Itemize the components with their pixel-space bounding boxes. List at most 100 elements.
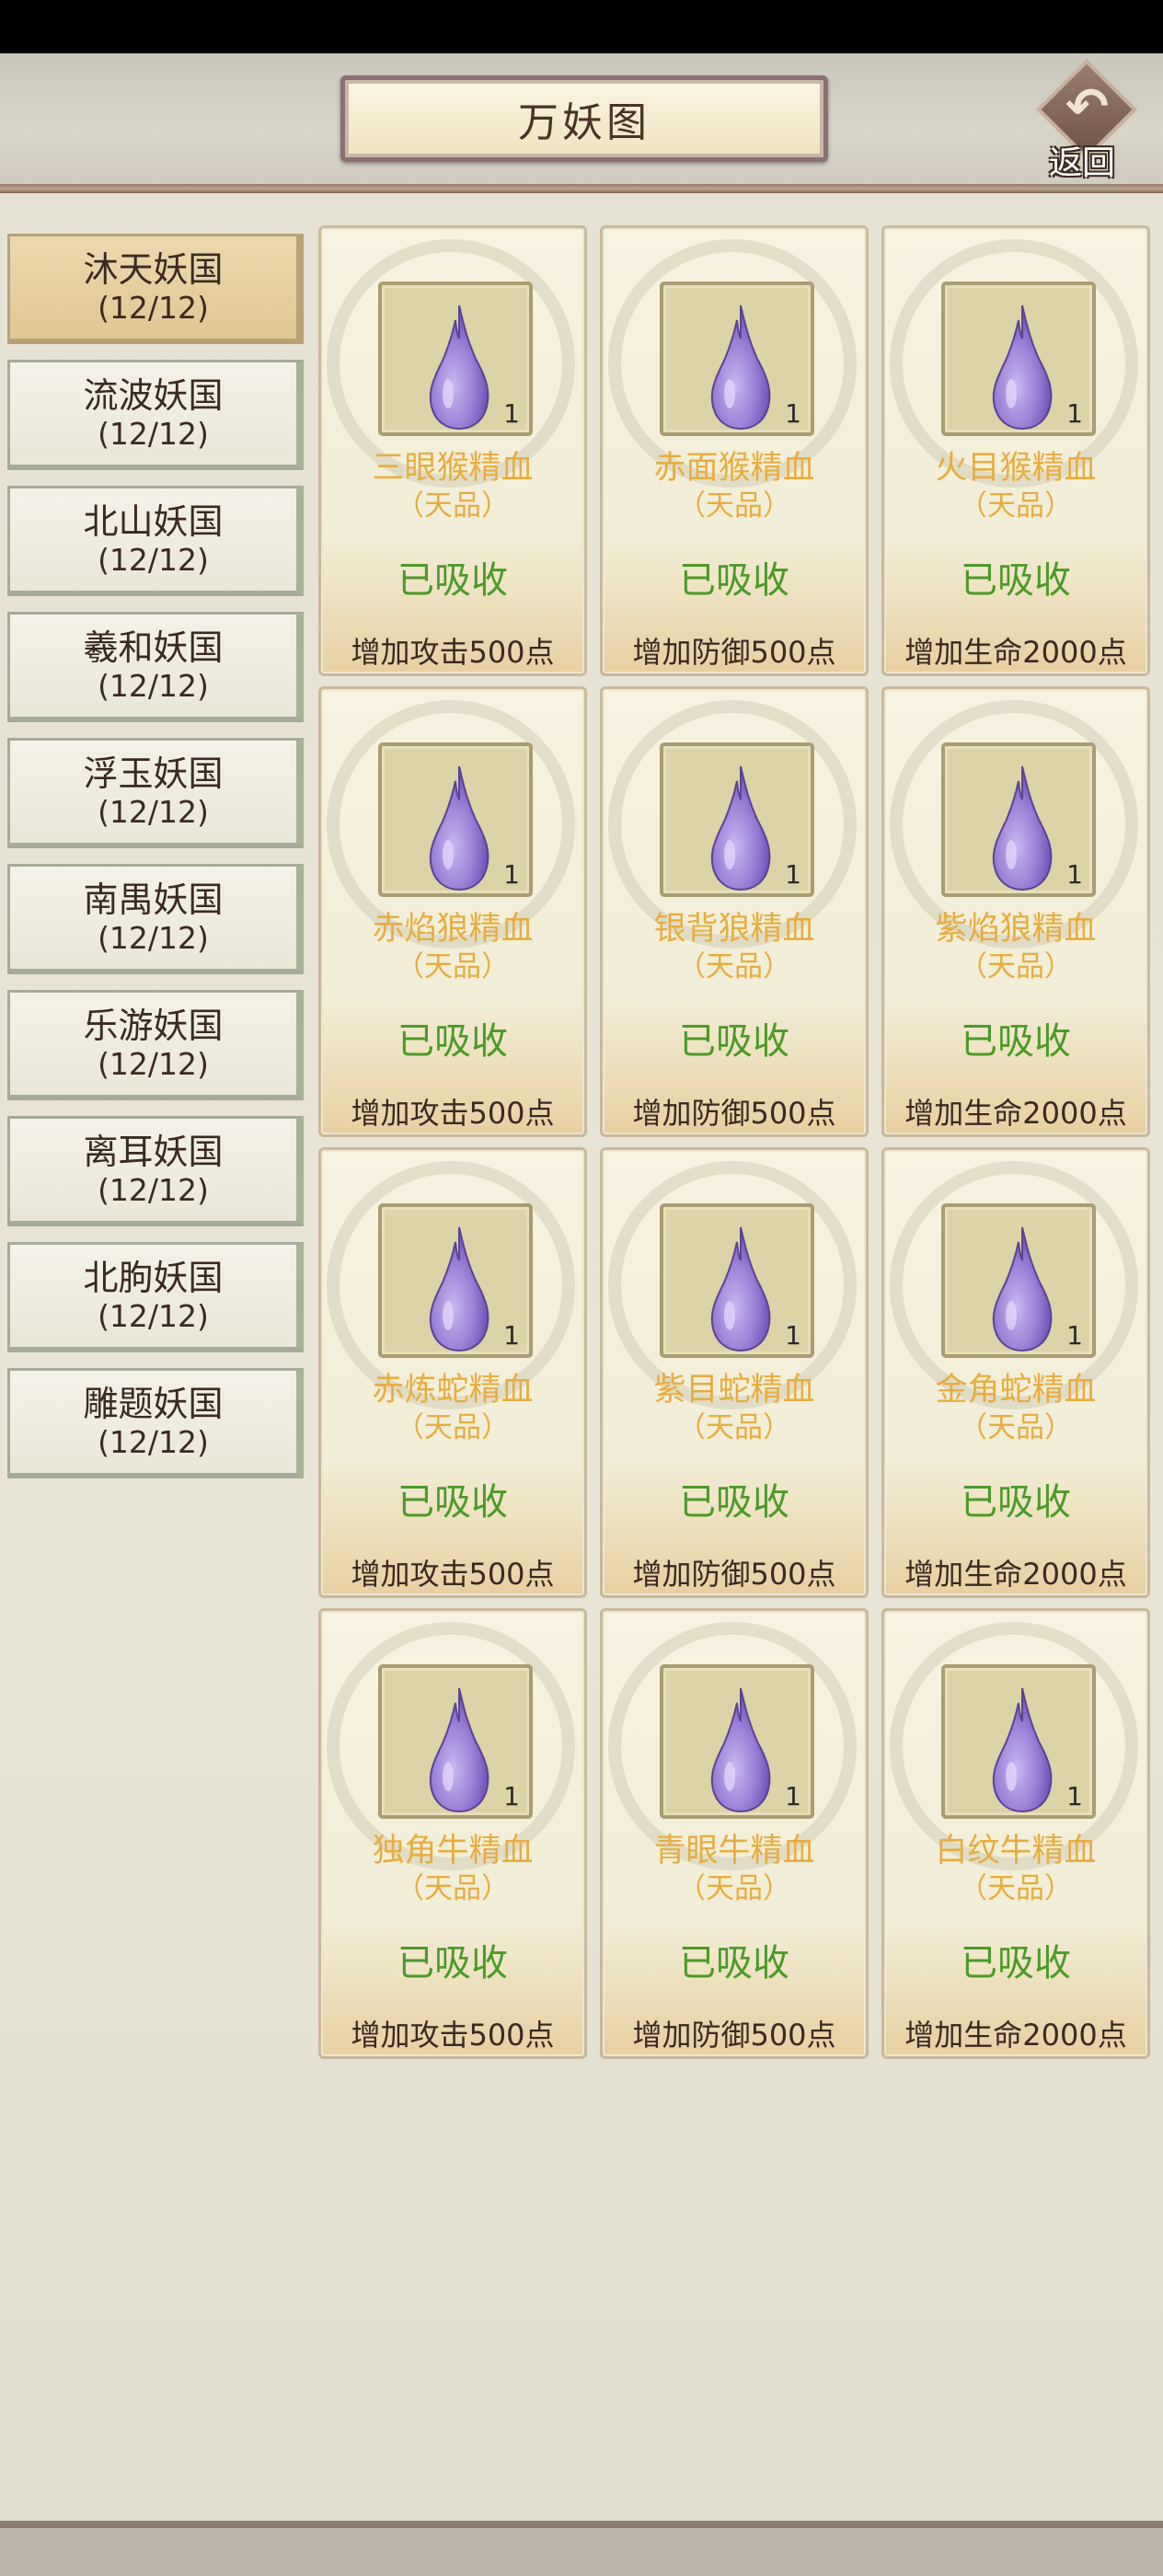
essence-card[interactable]: 1 白纹牛精血 （天品） 已吸收 增加生命2000点 (881, 1608, 1150, 2059)
nation-progress: (12/12) (98, 1171, 209, 1208)
blood-drop-icon (710, 1226, 771, 1352)
nation-progress: (12/12) (98, 667, 209, 704)
status-bar (0, 0, 1163, 53)
nation-tab[interactable]: 北朐妖国 (12/12) (7, 1242, 304, 1352)
item-quantity: 1 (1066, 398, 1083, 429)
item-grade: （天品） (677, 950, 791, 983)
absorbed-status: 已吸收 (679, 1942, 789, 1984)
item-grade: （天品） (677, 489, 791, 523)
item-quantity: 1 (785, 859, 801, 890)
title-plaque: 万妖图 (340, 75, 828, 162)
item-quantity: 1 (785, 1320, 801, 1351)
absorbed-status: 已吸收 (961, 559, 1071, 602)
essence-card[interactable]: 1 赤面猴精血 （天品） 已吸收 增加防御500点 (600, 225, 869, 676)
essence-card[interactable]: 1 青眼牛精血 （天品） 已吸收 增加防御500点 (600, 1608, 869, 2059)
blood-drop-icon (710, 1687, 771, 1813)
essence-card[interactable]: 1 紫焰狼精血 （天品） 已吸收 增加生命2000点 (881, 686, 1150, 1137)
blood-drop-icon (710, 765, 771, 891)
absorbed-status: 已吸收 (397, 1942, 508, 1984)
item-grade: （天品） (959, 1411, 1073, 1444)
nation-tab[interactable]: 沐天妖国 (12/12) (7, 234, 304, 344)
item-slot[interactable]: 1 (378, 1664, 533, 1819)
item-slot[interactable]: 1 (378, 282, 533, 436)
absorbed-status: 已吸收 (397, 1020, 508, 1063)
essence-card[interactable]: 1 火目猴精血 （天品） 已吸收 增加生命2000点 (881, 225, 1150, 676)
essence-card[interactable]: 1 紫目蛇精血 （天品） 已吸收 增加防御500点 (600, 1147, 869, 1598)
absorbed-status: 已吸收 (397, 1481, 508, 1524)
nation-name: 羲和妖国 (83, 627, 224, 668)
nation-name: 南禺妖国 (83, 879, 224, 920)
nation-tab[interactable]: 流波妖国 (12/12) (7, 360, 304, 470)
blood-drop-icon (992, 1687, 1053, 1813)
item-quantity: 1 (503, 398, 520, 429)
stat-bonus: 增加生命2000点 (904, 1557, 1127, 1592)
absorbed-status: 已吸收 (961, 1020, 1071, 1063)
essence-card[interactable]: 1 独角牛精血 （天品） 已吸收 增加攻击500点 (318, 1608, 587, 2059)
essence-card[interactable]: 1 赤炼蛇精血 （天品） 已吸收 增加攻击500点 (318, 1147, 587, 1598)
stat-bonus: 增加防御500点 (632, 1096, 836, 1131)
item-quantity: 1 (1066, 1781, 1083, 1811)
nation-progress: (12/12) (98, 541, 209, 578)
nation-progress: (12/12) (98, 1297, 209, 1334)
item-slot[interactable]: 1 (941, 282, 1096, 436)
item-quantity: 1 (503, 859, 520, 890)
stat-bonus: 增加攻击500点 (351, 1096, 555, 1131)
back-button[interactable]: ↶ 返回 (1031, 58, 1141, 182)
bottom-band (0, 2521, 1163, 2576)
item-slot[interactable]: 1 (660, 282, 814, 436)
nation-tab[interactable]: 羲和妖国 (12/12) (7, 612, 304, 722)
absorbed-status: 已吸收 (961, 1481, 1071, 1524)
item-slot[interactable]: 1 (941, 1203, 1096, 1358)
item-quantity: 1 (785, 398, 801, 429)
nation-progress: (12/12) (98, 415, 209, 452)
blood-drop-icon (710, 305, 771, 431)
nation-name: 流波妖国 (83, 374, 224, 416)
absorbed-status: 已吸收 (961, 1942, 1071, 1984)
header-divider (0, 184, 1163, 193)
blood-drop-icon (992, 1226, 1053, 1352)
blood-drop-icon (429, 1687, 489, 1813)
absorbed-status: 已吸收 (679, 1020, 789, 1063)
item-slot[interactable]: 1 (941, 742, 1096, 897)
item-slot[interactable]: 1 (660, 1664, 814, 1819)
nation-tab[interactable]: 雕题妖国 (12/12) (7, 1368, 304, 1478)
stat-bonus: 增加生命2000点 (904, 1096, 1127, 1131)
back-label: 返回 (1049, 144, 1116, 182)
stat-bonus: 增加防御500点 (632, 635, 836, 670)
stat-bonus: 增加防御500点 (632, 2018, 836, 2053)
item-grade: （天品） (396, 1411, 510, 1444)
item-grade: （天品） (959, 489, 1073, 523)
essence-card[interactable]: 1 赤焰狼精血 （天品） 已吸收 增加攻击500点 (318, 686, 587, 1137)
absorbed-status: 已吸收 (679, 1481, 789, 1524)
absorbed-status: 已吸收 (679, 559, 789, 602)
absorbed-status: 已吸收 (397, 559, 508, 602)
stat-bonus: 增加攻击500点 (351, 635, 555, 670)
stat-bonus: 增加攻击500点 (351, 1557, 555, 1592)
essence-card[interactable]: 1 银背狼精血 （天品） 已吸收 增加防御500点 (600, 686, 869, 1137)
nation-tab[interactable]: 北山妖国 (12/12) (7, 486, 304, 596)
nation-progress: (12/12) (98, 289, 209, 326)
item-grade: （天品） (677, 1411, 791, 1444)
nation-progress: (12/12) (98, 793, 209, 830)
stat-bonus: 增加生命2000点 (904, 2018, 1127, 2053)
nation-name: 乐游妖国 (83, 1005, 224, 1046)
item-slot[interactable]: 1 (941, 1664, 1096, 1819)
item-slot[interactable]: 1 (660, 1203, 814, 1358)
item-slot[interactable]: 1 (378, 1203, 533, 1358)
nation-tab[interactable]: 浮玉妖国 (12/12) (7, 738, 304, 848)
blood-drop-icon (992, 305, 1053, 431)
stat-bonus: 增加生命2000点 (904, 635, 1127, 670)
item-quantity: 1 (785, 1781, 801, 1811)
nation-tab[interactable]: 乐游妖国 (12/12) (7, 990, 304, 1100)
item-grade: （天品） (959, 950, 1073, 983)
stat-bonus: 增加防御500点 (632, 1557, 836, 1592)
nation-name: 北朐妖国 (83, 1257, 224, 1298)
item-slot[interactable]: 1 (660, 742, 814, 897)
essence-card[interactable]: 1 三眼猴精血 （天品） 已吸收 增加攻击500点 (318, 225, 587, 676)
nation-tab[interactable]: 南禺妖国 (12/12) (7, 864, 304, 974)
essence-card[interactable]: 1 金角蛇精血 （天品） 已吸收 增加生命2000点 (881, 1147, 1150, 1598)
item-quantity: 1 (1066, 859, 1083, 890)
item-quantity: 1 (1066, 1320, 1083, 1351)
nation-tab[interactable]: 离耳妖国 (12/12) (7, 1116, 304, 1226)
item-slot[interactable]: 1 (378, 742, 533, 897)
